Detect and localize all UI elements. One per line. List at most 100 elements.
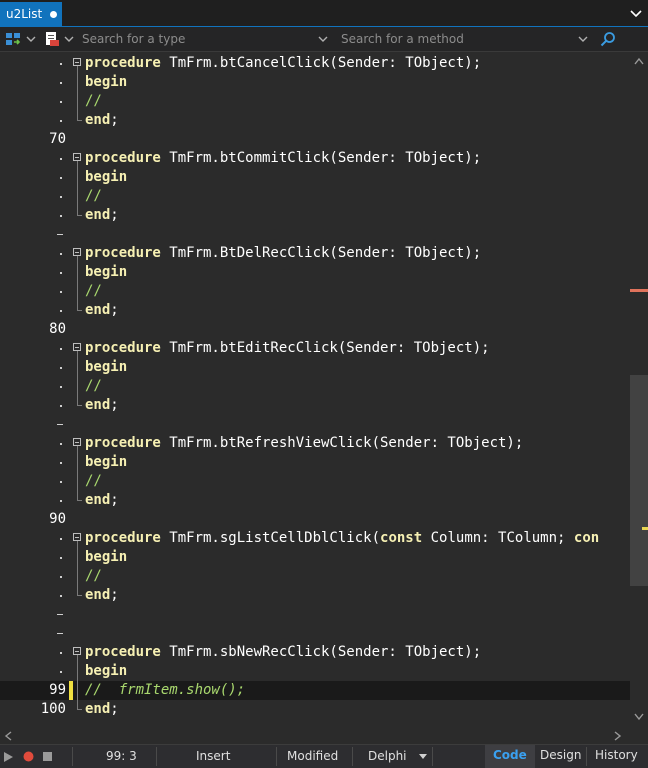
- fold-guide: [77, 662, 78, 681]
- code-line[interactable]: [0, 624, 630, 643]
- code-line[interactable]: end;: [0, 111, 630, 130]
- fold-collapse-icon[interactable]: [73, 647, 81, 655]
- code-line[interactable]: procedure TmFrm.btCancelClick(Sender: TO…: [0, 54, 630, 73]
- code-line[interactable]: end;: [0, 301, 630, 320]
- tab-label: u2List: [6, 7, 43, 21]
- record-icon[interactable]: [23, 751, 34, 762]
- code-line[interactable]: //: [0, 187, 630, 206]
- code-line[interactable]: [0, 605, 630, 624]
- code-line[interactable]: [0, 415, 630, 434]
- code-line[interactable]: end;: [0, 586, 630, 605]
- code-line[interactable]: //: [0, 377, 630, 396]
- tab-code[interactable]: Code: [485, 745, 535, 768]
- code-line[interactable]: 80: [0, 320, 630, 339]
- search-icon[interactable]: [600, 31, 616, 47]
- tab-design[interactable]: Design: [540, 745, 581, 768]
- code-line[interactable]: //: [0, 282, 630, 301]
- fold-collapse-icon[interactable]: [73, 248, 81, 256]
- code-line[interactable]: end;: [0, 491, 630, 510]
- structure-icon[interactable]: [5, 31, 21, 47]
- code-line[interactable]: begin: [0, 358, 630, 377]
- line-number: 90: [49, 511, 66, 527]
- unit-icon[interactable]: [44, 31, 60, 47]
- insert-mode[interactable]: Insert: [196, 749, 230, 763]
- code-editor[interactable]: procedure TmFrm.btCancelClick(Sender: TO…: [0, 53, 630, 727]
- fold-collapse-icon[interactable]: [73, 438, 81, 446]
- code-line[interactable]: begin: [0, 168, 630, 187]
- gutter-dot: [60, 348, 62, 350]
- horizontal-scrollbar[interactable]: [0, 727, 648, 744]
- fold-guide: [77, 161, 78, 168]
- code-line[interactable]: //: [0, 92, 630, 111]
- code-line[interactable]: procedure TmFrm.btEditRecClick(Sender: T…: [0, 339, 630, 358]
- comment-token: //: [85, 378, 102, 394]
- fold-collapse-icon[interactable]: [73, 58, 81, 66]
- code-text: end;: [85, 301, 119, 320]
- code-line[interactable]: 90: [0, 510, 630, 529]
- stop-icon[interactable]: [43, 752, 52, 761]
- unsaved-dot-icon: [50, 10, 58, 18]
- language-selector[interactable]: Delphi: [368, 749, 407, 763]
- gutter-dot: [60, 367, 62, 369]
- code-text: //: [85, 472, 102, 491]
- fold-guide: [77, 351, 78, 358]
- scroll-right-icon[interactable]: [614, 731, 622, 741]
- code-text: procedure TmFrm.BtDelRecClick(Sender: TO…: [85, 244, 481, 263]
- code-line[interactable]: begin: [0, 73, 630, 92]
- code-line[interactable]: procedure TmFrm.btCommitClick(Sender: TO…: [0, 149, 630, 168]
- code-line[interactable]: end;: [0, 396, 630, 415]
- code-text: begin: [85, 73, 127, 92]
- fold-end: [77, 500, 82, 501]
- method-search-combo[interactable]: Search for a method: [341, 30, 571, 48]
- code-text: end;: [85, 586, 119, 605]
- vertical-scrollbar[interactable]: [630, 53, 648, 727]
- code-line[interactable]: begin: [0, 263, 630, 282]
- type-search-combo[interactable]: Search for a type: [82, 30, 332, 48]
- fold-collapse-icon[interactable]: [73, 533, 81, 541]
- code-token: Column: TColumn;: [422, 530, 574, 546]
- code-line[interactable]: end;: [0, 206, 630, 225]
- keyword-token: procedure: [85, 435, 161, 451]
- code-line[interactable]: procedure TmFrm.btRefreshViewClick(Sende…: [0, 434, 630, 453]
- fold-end: [77, 215, 82, 216]
- code-token: TmFrm.btEditRecClick(Sender: TObject);: [160, 340, 490, 356]
- code-line[interactable]: [0, 225, 630, 244]
- code-line[interactable]: begin: [0, 548, 630, 567]
- code-text: begin: [85, 453, 127, 472]
- chevron-down-icon[interactable]: [630, 7, 642, 19]
- tab-u2list[interactable]: u2List: [0, 2, 62, 26]
- code-line[interactable]: //: [0, 472, 630, 491]
- scroll-up-icon[interactable]: [634, 57, 644, 65]
- code-line[interactable]: //: [0, 567, 630, 586]
- scroll-down-icon[interactable]: [634, 713, 644, 721]
- fold-guide: [77, 446, 78, 453]
- gutter-dash: [57, 614, 63, 615]
- current-line[interactable]: 99 // frmItem.show();: [0, 681, 630, 700]
- code-line[interactable]: procedure TmFrm.sbNewRecClick(Sender: TO…: [0, 643, 630, 662]
- keyword-token: end: [85, 112, 111, 128]
- keyword-token: procedure: [85, 644, 161, 660]
- code-line[interactable]: procedure TmFrm.sgListCellDblClick(const…: [0, 529, 630, 548]
- chevron-down-icon[interactable]: [418, 753, 428, 761]
- code-text: begin: [85, 548, 127, 567]
- chevron-down-icon[interactable]: [318, 34, 328, 44]
- code-line[interactable]: 100 end;: [0, 700, 630, 719]
- scroll-left-icon[interactable]: [4, 731, 12, 741]
- gutter-dot: [60, 652, 62, 654]
- fold-collapse-icon[interactable]: [73, 343, 81, 351]
- chevron-down-icon[interactable]: [26, 34, 36, 44]
- keyword-token: begin: [85, 74, 128, 90]
- scrollbar-thumb[interactable]: [630, 375, 648, 586]
- code-line[interactable]: 70: [0, 130, 630, 149]
- chevron-down-icon[interactable]: [578, 34, 588, 44]
- play-icon[interactable]: [4, 752, 13, 762]
- code-text: begin: [85, 358, 127, 377]
- fold-guide: [77, 282, 78, 301]
- code-line[interactable]: begin: [0, 662, 630, 681]
- tab-history[interactable]: History: [595, 745, 638, 768]
- chevron-down-icon[interactable]: [64, 34, 74, 44]
- fold-collapse-icon[interactable]: [73, 153, 81, 161]
- gutter-dash: [57, 234, 63, 235]
- code-line[interactable]: begin: [0, 453, 630, 472]
- code-line[interactable]: procedure TmFrm.BtDelRecClick(Sender: TO…: [0, 244, 630, 263]
